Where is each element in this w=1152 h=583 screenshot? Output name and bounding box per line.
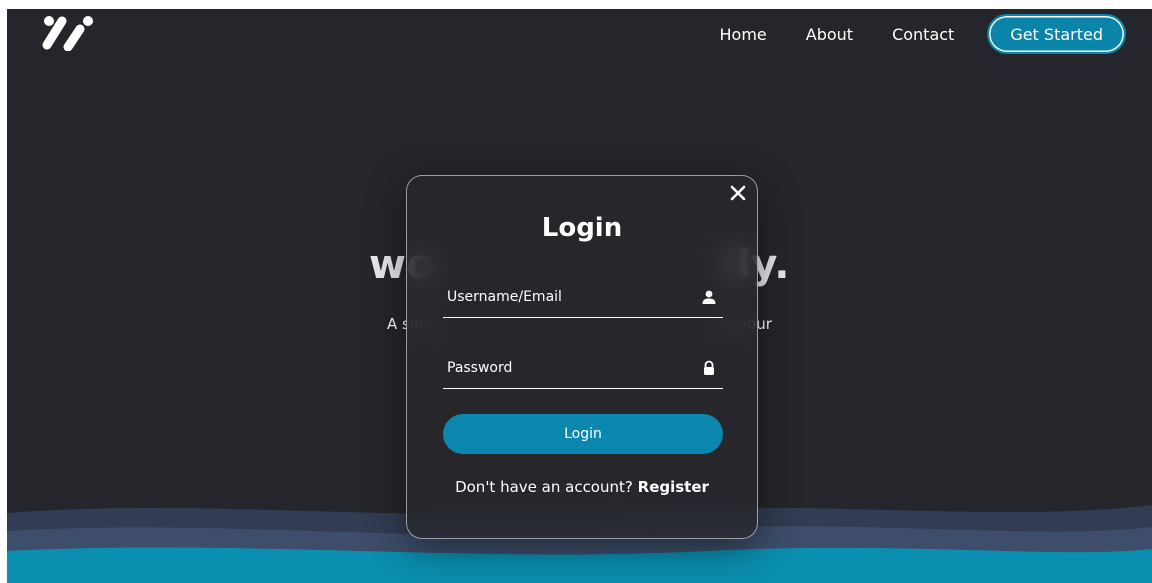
username-input[interactable] [443,279,687,315]
username-field [443,279,723,318]
user-icon [702,290,716,304]
register-prompt-row: Don't have an account? Register [407,478,757,496]
close-icon[interactable] [729,184,747,202]
password-field [443,350,723,389]
login-title: Login [541,213,623,243]
lock-icon [704,360,714,375]
login-modal: Login Login Don't have an account? Regis… [406,175,758,539]
get-started-button[interactable]: Get Started [987,14,1126,54]
register-link[interactable]: Register [638,478,709,496]
register-prompt-text: Don't have an account? [455,478,633,496]
top-nav: Home About Contact Get Started [720,14,1126,54]
password-input[interactable] [443,350,687,386]
nav-contact-link[interactable]: Contact [892,25,954,44]
nav-home-link[interactable]: Home [720,25,767,44]
nav-about-link[interactable]: About [806,25,853,44]
brand-logo[interactable] [38,11,100,51]
landing-page: Home About Contact Get Started wo lly. A… [7,9,1152,583]
login-submit-button[interactable]: Login [443,414,723,454]
